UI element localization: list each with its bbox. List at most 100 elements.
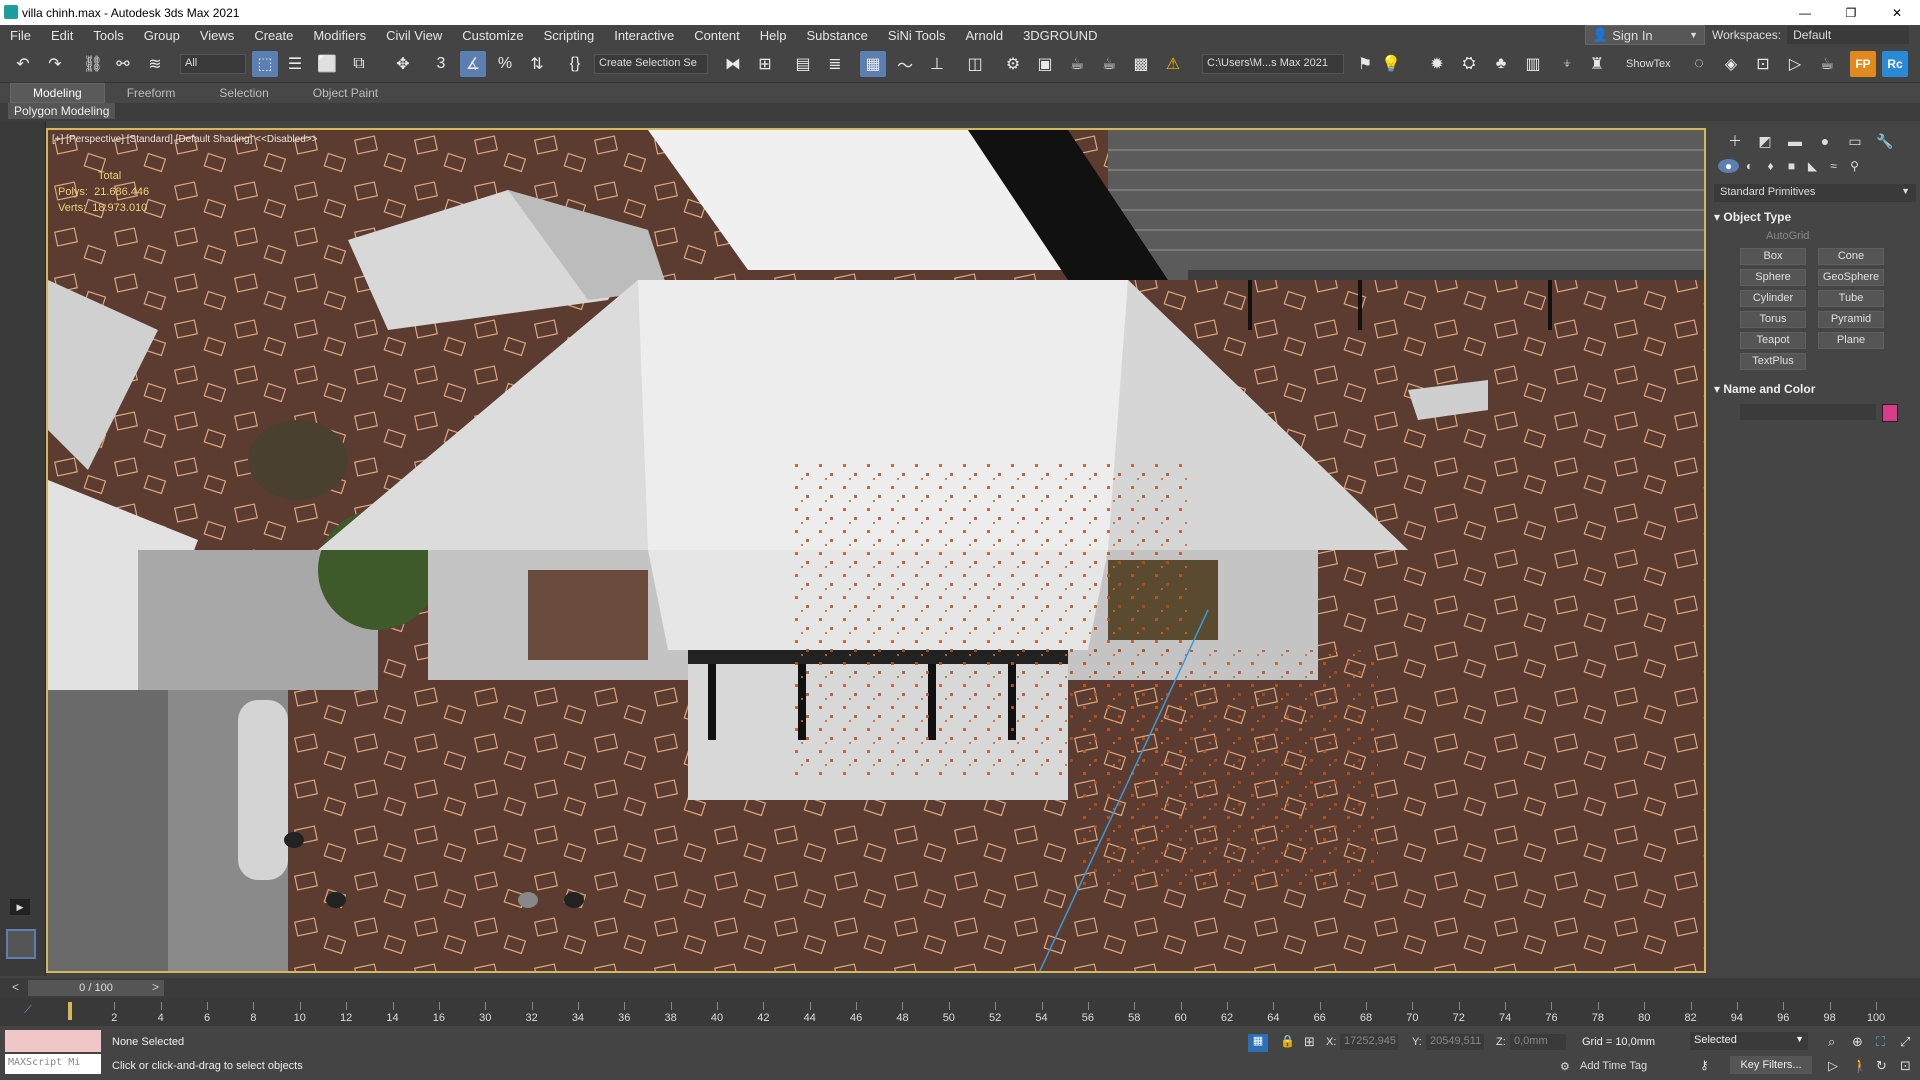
forest-pack-icon[interactable]: FP xyxy=(1850,51,1876,77)
object-color-swatch[interactable] xyxy=(1882,404,1898,422)
select-object-icon[interactable]: ⬚ xyxy=(252,51,278,77)
textplus-button[interactable]: TextPlus xyxy=(1740,353,1806,370)
cylinder-button[interactable]: Cylinder xyxy=(1740,290,1806,307)
menu-item-tools[interactable]: Tools xyxy=(83,28,133,43)
warning-icon[interactable]: ⚠ xyxy=(1160,51,1186,77)
render-iterative-icon[interactable]: ☕ xyxy=(1096,51,1122,77)
modify-tab-icon[interactable]: ◩ xyxy=(1750,133,1780,150)
key-mode-dropdown[interactable]: Selected ▼ xyxy=(1690,1032,1808,1050)
time-slider-thumb[interactable]: 0 / 100 xyxy=(28,980,164,996)
menu-item-substance[interactable]: Substance xyxy=(796,28,877,43)
ribbon-tab-freeform[interactable]: Freeform xyxy=(105,86,198,100)
zoom-all-icon[interactable]: ⊕ xyxy=(1852,1034,1863,1050)
menu-item-modifiers[interactable]: Modifiers xyxy=(303,28,376,43)
percent-snap-icon[interactable]: % xyxy=(492,51,518,77)
menu-item-customize[interactable]: Customize xyxy=(452,28,533,43)
snap-3d-icon[interactable]: 3 xyxy=(428,51,454,77)
hierarchy-tab-icon[interactable]: ▬ xyxy=(1780,133,1810,149)
schematic-view-icon[interactable]: ⊥ xyxy=(924,51,950,77)
unlink-icon[interactable]: ⚯ xyxy=(110,51,136,77)
window-crossing-icon[interactable]: ⧉ xyxy=(346,51,372,77)
play-icon[interactable]: ▷ xyxy=(1782,51,1808,77)
tube-button[interactable]: Tube xyxy=(1818,290,1884,307)
cameras-icon[interactable]: ■ xyxy=(1781,159,1802,173)
create-selection-set-dropdown[interactable]: Create Selection Se xyxy=(594,54,708,74)
shapes-icon[interactable]: ◐ xyxy=(1739,159,1760,173)
menu-item-file[interactable]: File xyxy=(0,28,41,43)
spinner-snap-icon[interactable]: ⇅ xyxy=(524,51,550,77)
maxscript-listener[interactable] xyxy=(5,1030,101,1052)
object-name-field[interactable] xyxy=(1740,404,1876,420)
redo-icon[interactable]: ↷ xyxy=(42,51,68,77)
railclone-icon[interactable]: Rc xyxy=(1882,51,1908,77)
render-icon[interactable]: ◌ xyxy=(1686,51,1712,77)
pin-icon[interactable]: ⍖ xyxy=(1554,51,1580,77)
primitive-category-dropdown[interactable]: Standard Primitives ▼ xyxy=(1714,184,1916,202)
viewport-label[interactable]: [+] [Perspective] [Standard] [Default Sh… xyxy=(52,134,317,145)
geometry-icon[interactable]: ● xyxy=(1718,159,1739,173)
zoom-icon[interactable]: ⌕ xyxy=(1828,1034,1835,1050)
curve-editor-icon[interactable]: 〜 xyxy=(892,51,918,77)
torus-button[interactable]: Torus xyxy=(1740,311,1806,328)
viewport-layout-thumbnail[interactable] xyxy=(6,929,36,959)
create-tab-icon[interactable]: ＋ xyxy=(1720,131,1750,151)
menu-item-scripting[interactable]: Scripting xyxy=(534,28,605,43)
link-icon[interactable]: ⛓ xyxy=(80,51,106,77)
bind-space-warp-icon[interactable]: ≋ xyxy=(142,51,168,77)
layer-explorer-icon[interactable]: ≣ xyxy=(822,51,848,77)
selection-filter-dropdown[interactable]: All xyxy=(180,54,246,74)
motion-tab-icon[interactable]: ● xyxy=(1810,133,1840,149)
close-button[interactable]: ✕ xyxy=(1874,0,1920,25)
prev-frame-icon[interactable]: < xyxy=(12,980,19,994)
material-editor-icon[interactable]: ◫ xyxy=(962,51,988,77)
menu-item-interactive[interactable]: Interactive xyxy=(604,28,684,43)
plane-button[interactable]: Plane xyxy=(1818,332,1884,349)
ribbon-tab-modeling[interactable]: Modeling xyxy=(10,83,105,103)
y-coordinate-field[interactable]: 20549,511 xyxy=(1426,1034,1484,1050)
toggle-ribbon-icon[interactable]: ▦ xyxy=(860,51,886,77)
next-frame-icon[interactable]: > xyxy=(152,980,159,994)
tool-icon[interactable]: ⛭ xyxy=(1456,51,1482,77)
teapot-button[interactable]: Teapot xyxy=(1740,332,1806,349)
workspace-selector[interactable]: Workspaces: Default xyxy=(1712,25,1920,45)
maximize-viewport-icon[interactable]: ⊡ xyxy=(1900,1058,1911,1074)
isolate-selection-icon[interactable]: ▦ xyxy=(1248,1034,1268,1052)
maximize-button[interactable]: ❐ xyxy=(1828,0,1874,25)
light-icon[interactable]: 💡 xyxy=(1378,51,1404,77)
script-icon[interactable]: ⚑ xyxy=(1352,51,1378,77)
add-time-tag[interactable]: Add Time Tag xyxy=(1580,1060,1647,1072)
maxscript-mini-input[interactable]: MAXScript Mi xyxy=(5,1054,101,1074)
teapot-icon[interactable]: ☕ xyxy=(1814,51,1840,77)
menu-item-help[interactable]: Help xyxy=(750,28,797,43)
perspective-viewport[interactable]: [+] [Perspective] [Standard] [Default Sh… xyxy=(46,128,1706,973)
helpers-icon[interactable]: ◣ xyxy=(1802,159,1823,173)
render-production-icon[interactable]: ☕ xyxy=(1064,51,1090,77)
menu-item-arnold[interactable]: Arnold xyxy=(955,28,1013,43)
minimize-button[interactable]: — xyxy=(1782,0,1828,25)
menu-item-civil-view[interactable]: Civil View xyxy=(376,28,452,43)
angle-snap-icon[interactable]: ∡ xyxy=(460,51,486,77)
showtex-label[interactable]: ShowTex xyxy=(1626,58,1671,70)
menu-item-group[interactable]: Group xyxy=(134,28,190,43)
scene-explorer-icon[interactable]: ▤ xyxy=(790,51,816,77)
menu-item-sini-tools[interactable]: SiNi Tools xyxy=(878,28,956,43)
set-key-icon[interactable]: ⚷ xyxy=(1700,1058,1709,1072)
mirror-icon[interactable]: ⧓ xyxy=(720,51,746,77)
menu-item-create[interactable]: Create xyxy=(244,28,303,43)
name-and-color-rollout[interactable]: ▾ Name and Color xyxy=(1714,382,1916,396)
rect-selection-icon[interactable]: ⬜ xyxy=(314,51,340,77)
autogrid-checkbox[interactable]: AutoGrid xyxy=(1766,230,1920,242)
track-bar[interactable]: ⟋ 2 4 6 8 10 12 14 16 30 32 34 36 38 40 42 44 46 48 50 52 54… xyxy=(0,998,1920,1026)
menu-item-views[interactable]: Views xyxy=(190,28,244,43)
table-icon[interactable]: ▥ xyxy=(1520,51,1546,77)
polygon-modeling-tab[interactable]: Polygon Modeling xyxy=(8,103,116,119)
material-icon[interactable]: ◈ xyxy=(1718,51,1744,77)
viewport-icon[interactable]: ⊡ xyxy=(1750,51,1776,77)
display-tab-icon[interactable]: ▭ xyxy=(1840,133,1870,150)
x-coordinate-field[interactable]: 17252,945 xyxy=(1340,1034,1398,1050)
lights-icon[interactable]: ♦ xyxy=(1760,159,1781,173)
menu-item-edit[interactable]: Edit xyxy=(41,28,83,43)
zoom-extents-all-icon[interactable]: ⤢ xyxy=(1900,1034,1910,1050)
ribbon-tab-object-paint[interactable]: Object Paint xyxy=(291,86,400,100)
walk-through-icon[interactable]: 🚶 xyxy=(1852,1058,1868,1074)
